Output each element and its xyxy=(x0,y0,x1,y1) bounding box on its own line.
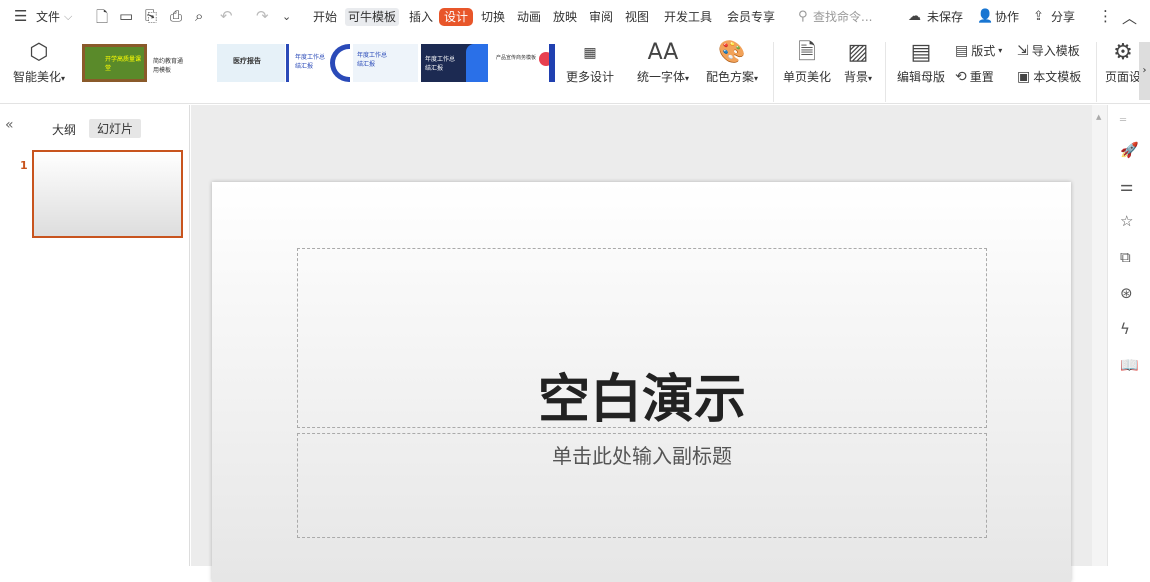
print-icon[interactable]: ⎙ xyxy=(170,7,182,25)
import-template-button[interactable]: ⇲ 导入模板 xyxy=(1017,42,1080,59)
divider xyxy=(885,42,886,102)
tab-review[interactable]: 审阅 xyxy=(586,8,616,26)
customize-toolbar-icon[interactable]: ⌄ xyxy=(282,10,291,23)
master-icon: ▤ xyxy=(910,40,932,65)
template-thumbnail[interactable]: 年度工作总结汇报 xyxy=(286,44,350,82)
save-icon[interactable]: ▭ xyxy=(119,7,133,25)
tab-animation[interactable]: 动画 xyxy=(514,8,544,26)
slide[interactable]: 空白演示 单击此处输入副标题 xyxy=(212,182,1071,582)
tab-keniu-templates[interactable]: 可牛模板 xyxy=(345,8,400,26)
cloud-icon: ☁ xyxy=(908,9,921,24)
slide-thumbnail[interactable] xyxy=(32,150,183,238)
page-setup-button[interactable]: ⚙ 页面设 xyxy=(1103,38,1143,85)
cube-icon: ⬡ xyxy=(29,40,49,65)
share-icon: ⇪ xyxy=(1033,9,1044,24)
share-button[interactable]: 分享 xyxy=(1048,8,1078,26)
font-aa-icon: AA xyxy=(647,40,679,65)
menu-bar: ☰ 文件 ⌵ 🗋 ▭ ⎘ ⎙ ⌕ ↶ ↷ ⌄ 开始 可牛模板 插入 设计 切换 … xyxy=(0,0,1150,34)
tab-transitions[interactable]: 切换 xyxy=(478,8,508,26)
slide-subtitle: 单击此处输入副标题 xyxy=(552,444,732,468)
collapse-panel-icon[interactable]: « xyxy=(5,117,14,133)
subtitle-placeholder[interactable]: 单击此处输入副标题 xyxy=(297,433,987,538)
tab-outline[interactable]: 大纲 xyxy=(52,120,76,139)
color-scheme-button[interactable]: 🎨 配色方案▾ xyxy=(700,38,764,85)
text-template-button[interactable]: ▣ 本文模板 xyxy=(1017,68,1081,85)
divider xyxy=(773,42,774,102)
tab-slideshow[interactable]: 放映 xyxy=(550,8,580,26)
layout-button[interactable]: ▤ 版式 ▾ xyxy=(955,42,1002,59)
edit-master-button[interactable]: ▤ 编辑母版 xyxy=(893,38,949,85)
print-preview-icon[interactable]: ⌕ xyxy=(195,7,203,25)
book-icon[interactable]: 📖 xyxy=(1120,356,1139,374)
template-thumbnail[interactable]: 开学高质量课堂 xyxy=(82,44,147,82)
collab-button[interactable]: 协作 xyxy=(992,8,1022,26)
more-designs-button[interactable]: ▦ 更多设计 xyxy=(563,38,617,85)
template-thumbnail[interactable]: 年度工作总结汇报 xyxy=(421,44,488,82)
reset-icon: ⟲ xyxy=(955,68,967,85)
reset-button[interactable]: ⟲ 重置 xyxy=(955,68,994,85)
hamburger-menu-icon[interactable]: ☰ xyxy=(14,7,27,25)
template-thumbnail[interactable]: 医疗报告 xyxy=(217,44,285,82)
template-icon: ▣ xyxy=(1017,68,1031,85)
tab-start[interactable]: 开始 xyxy=(310,8,340,26)
collab-icon: 👤 xyxy=(977,9,994,24)
unify-font-button[interactable]: AA 统一字体▾ xyxy=(632,38,694,85)
background-button[interactable]: ▨ 背景▾ xyxy=(838,38,878,85)
tab-developer[interactable]: 开发工具 xyxy=(661,8,715,26)
tab-member[interactable]: 会员专享 xyxy=(724,8,778,26)
unsaved-status[interactable]: 未保存 xyxy=(924,8,966,26)
command-search-input[interactable]: 查找命令... xyxy=(810,8,875,26)
lightning-icon[interactable]: ϟ xyxy=(1120,320,1130,338)
page-icon: 🗎 xyxy=(798,40,816,65)
slide-number: 1 xyxy=(20,159,28,172)
import-icon: ⇲ xyxy=(1017,42,1029,59)
transition-icon[interactable]: ⧉ xyxy=(1120,248,1131,266)
chevron-down-icon[interactable]: ⌵ xyxy=(64,10,72,24)
ai-icon[interactable]: ⊛ xyxy=(1120,284,1133,302)
new-file-icon[interactable]: 🗋 xyxy=(96,7,108,32)
settings-sliders-icon[interactable]: ⚌ xyxy=(1120,177,1133,195)
palette-icon: 🎨 xyxy=(718,40,746,65)
title-placeholder[interactable]: 空白演示 xyxy=(297,248,987,430)
tab-insert[interactable]: 插入 xyxy=(406,8,436,26)
divider xyxy=(1096,42,1097,102)
more-icon[interactable]: ⋮ xyxy=(1098,7,1113,25)
template-thumbnail[interactable]: 年度工作总结汇报 xyxy=(353,44,418,82)
layout-icon: ▤ xyxy=(955,42,969,59)
tab-design[interactable]: 设计 xyxy=(439,8,474,26)
drag-handle-icon[interactable]: ═ xyxy=(1120,115,1126,126)
template-thumbnail[interactable]: 产品宣传商务模板 xyxy=(492,44,555,82)
tab-view[interactable]: 视图 xyxy=(622,8,652,26)
vertical-scrollbar[interactable]: ▲ xyxy=(1092,105,1107,566)
slide-title: 空白演示 xyxy=(537,370,746,430)
smart-beautify-button[interactable]: ⬡ 智能美化▾ xyxy=(8,38,70,85)
collapse-ribbon-icon[interactable]: ︿ xyxy=(1122,7,1137,28)
grid-icon: ▦ xyxy=(583,45,597,61)
slide-panel: « 大纲 幻灯片 1 xyxy=(0,105,190,566)
redo-icon[interactable]: ↷ xyxy=(256,7,269,25)
export-pdf-icon[interactable]: ⎘ xyxy=(145,7,157,25)
ribbon-scroll-right[interactable]: › xyxy=(1139,42,1150,100)
page-beautify-button[interactable]: 🗎 单页美化 xyxy=(780,38,834,85)
rocket-icon[interactable]: 🚀 xyxy=(1120,141,1139,159)
search-icon: ⚲ xyxy=(798,9,808,24)
tab-slides[interactable]: 幻灯片 xyxy=(89,119,142,138)
template-thumbnail[interactable]: 简约教育通用模板 xyxy=(150,44,213,82)
file-menu[interactable]: 文件 xyxy=(33,8,63,26)
background-icon: ▨ xyxy=(847,40,869,65)
page-setup-icon: ⚙ xyxy=(1113,40,1133,65)
right-sidebar: ═ 🚀 ⚌ ☆ ⧉ ⊛ ϟ 📖 xyxy=(1107,105,1150,566)
star-icon[interactable]: ☆ xyxy=(1120,212,1133,230)
undo-icon[interactable]: ↶ xyxy=(220,7,233,25)
